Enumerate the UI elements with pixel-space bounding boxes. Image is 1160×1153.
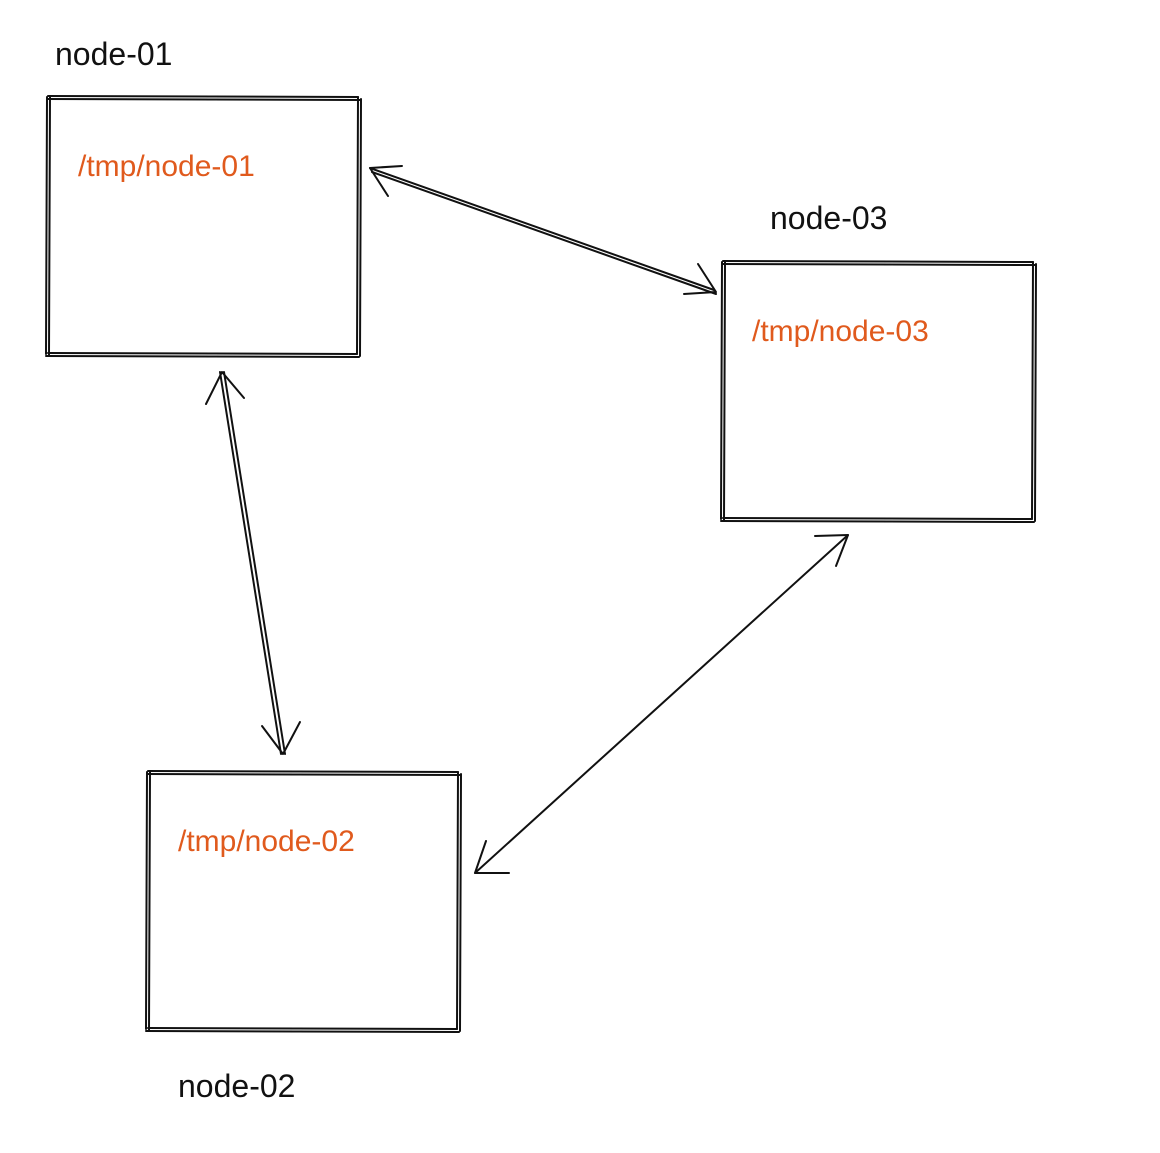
node-02-label: node-02 — [178, 1068, 295, 1105]
node-03-path: /tmp/node-03 — [752, 315, 929, 349]
node-01-label: node-01 — [55, 36, 172, 73]
edge-node01-node02 — [206, 372, 300, 754]
node-01-box — [46, 96, 361, 357]
edge-node01-node03 — [370, 166, 716, 294]
node-02-path: /tmp/node-02 — [178, 825, 355, 859]
node-01-path: /tmp/node-01 — [78, 150, 255, 184]
node-03-box — [721, 261, 1036, 522]
node-02-box — [146, 771, 461, 1032]
node-03-label: node-03 — [770, 200, 887, 237]
edge-node02-node03 — [475, 535, 848, 873]
